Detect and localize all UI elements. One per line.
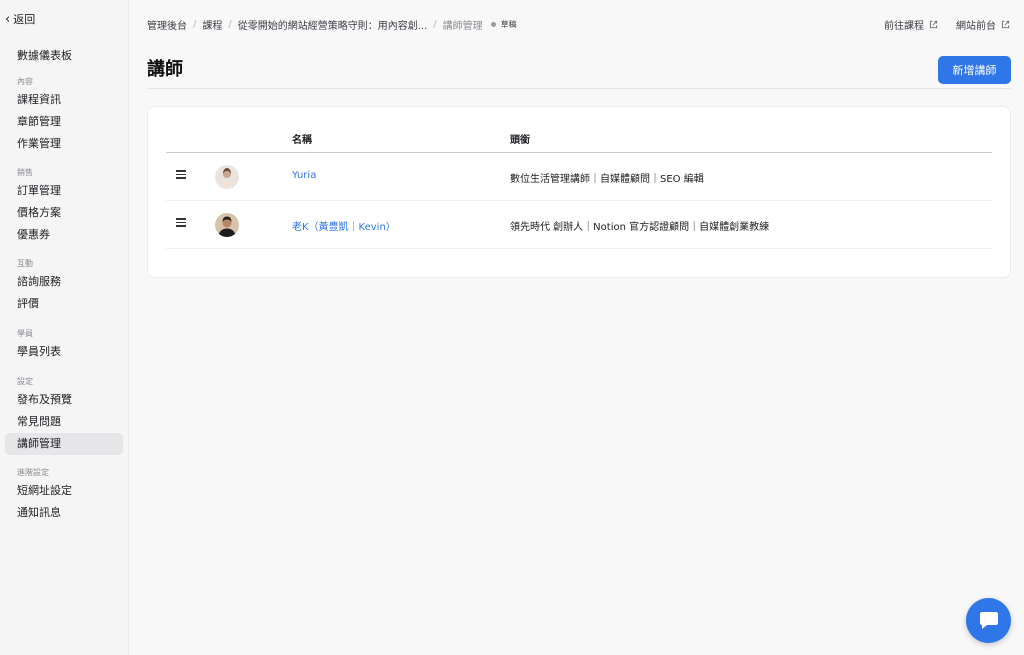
breadcrumb-courses[interactable]: 課程 <box>202 17 222 32</box>
back-button[interactable]: ‹ 返回 <box>5 11 35 27</box>
nav-group-advanced: 進階設定 短網址設定 通知訊息 <box>0 466 129 524</box>
chat-bubble-icon <box>979 611 998 629</box>
instructor-name-link[interactable]: Yuria <box>292 170 316 181</box>
sidebar-item-short-url[interactable]: 短網址設定 <box>5 480 123 502</box>
nav-group-title: 設定 <box>17 377 33 386</box>
divider <box>147 88 1011 89</box>
page-title: 講師 <box>147 59 183 80</box>
instructor-title: 數位生活管理講師｜自媒體顧問｜SEO 編輯 <box>510 174 704 185</box>
sidebar-item-pricing[interactable]: 價格方案 <box>5 202 123 224</box>
add-instructor-button[interactable]: 新增講師 <box>938 56 1011 84</box>
chevron-left-icon: ‹ <box>5 11 11 27</box>
breadcrumb-admin[interactable]: 管理後台 <box>147 17 187 32</box>
table-header: 名稱 頭銜 <box>166 127 992 153</box>
sidebar-item-course-info[interactable]: 課程資訊 <box>5 89 123 111</box>
breadcrumb-separator: / <box>228 19 232 30</box>
sidebar-item-notifications[interactable]: 通知訊息 <box>5 502 123 524</box>
table-row: Yuria 數位生活管理講師｜自媒體顧問｜SEO 編輯 <box>166 153 992 201</box>
sidebar: ‹ 返回 數據儀表板 內容 課程資訊 章節管理 作業管理 銷售 訂單管理 價格方… <box>0 0 129 655</box>
nav-group-title: 互動 <box>17 259 33 268</box>
sidebar-item-orders[interactable]: 訂單管理 <box>5 180 123 202</box>
breadcrumb-separator: / <box>193 19 197 30</box>
nav-group-interaction: 互動 諮詢服務 評價 <box>0 257 129 315</box>
drag-handle-icon[interactable] <box>176 218 186 228</box>
avatar <box>215 165 239 189</box>
table-row: 老K（黃豊凱｜Kevin） 領先時代 創辦人｜Notion 官方認證顧問｜自媒體… <box>166 201 992 249</box>
breadcrumb: 管理後台 / 課程 / 從零開始的網站經營策略守則：用內容創... / 講師管理… <box>147 17 517 32</box>
status-dot-icon <box>490 22 496 27</box>
site-frontend-label: 網站前台 <box>956 21 996 32</box>
sidebar-item-chapters[interactable]: 章節管理 <box>5 111 123 133</box>
site-frontend-link[interactable]: 網站前台 <box>956 17 1010 32</box>
instructor-title: 領先時代 創辦人｜Notion 官方認證顧問｜自媒體創業教練 <box>510 222 770 233</box>
breadcrumb-separator: / <box>433 19 437 30</box>
nav-group-title: 學員 <box>17 329 33 338</box>
nav-group-sales: 銷售 訂單管理 價格方案 優惠券 <box>0 166 129 246</box>
nav-group-settings: 設定 發布及預覽 常見問題 講師管理 <box>0 375 129 455</box>
nav-group-students: 學員 學員列表 <box>0 327 129 363</box>
sidebar-item-consulting[interactable]: 諮詢服務 <box>5 271 123 293</box>
go-to-course-link[interactable]: 前往課程 <box>884 17 938 32</box>
back-label: 返回 <box>13 13 36 26</box>
chat-support-button[interactable] <box>966 598 1011 643</box>
sidebar-item-instructors[interactable]: 講師管理 <box>5 433 123 455</box>
breadcrumb-current: 講師管理 <box>442 21 483 32</box>
sidebar-item-reviews[interactable]: 評價 <box>5 293 123 315</box>
sidebar-item-coupons[interactable]: 優惠券 <box>5 224 123 246</box>
avatar <box>215 213 239 237</box>
go-to-course-label: 前往課程 <box>884 21 924 32</box>
drag-handle-icon[interactable] <box>176 170 186 180</box>
nav-group-title: 進階設定 <box>17 468 49 477</box>
external-link-icon <box>1001 20 1010 29</box>
column-header-title: 頭銜 <box>510 135 530 146</box>
nav-group-content: 內容 課程資訊 章節管理 作業管理 <box>0 75 129 155</box>
sidebar-item-assignments[interactable]: 作業管理 <box>5 133 123 155</box>
nav-group-title: 內容 <box>17 77 33 86</box>
sidebar-item-publish[interactable]: 發布及預覽 <box>5 389 123 411</box>
instructor-name-link[interactable]: 老K（黃豊凱｜Kevin） <box>292 218 396 233</box>
top-links: 前往課程 網站前台 <box>866 17 1010 32</box>
column-header-name: 名稱 <box>292 135 312 146</box>
external-link-icon <box>929 20 938 29</box>
sidebar-item-faq[interactable]: 常見問題 <box>5 411 123 433</box>
main-content: 管理後台 / 課程 / 從零開始的網站經營策略守則：用內容創... / 講師管理… <box>129 0 1024 655</box>
breadcrumb-course-name[interactable]: 從零開始的網站經營策略守則：用內容創... <box>238 17 428 32</box>
sidebar-item-dashboard[interactable]: 數據儀表板 <box>17 47 72 63</box>
nav-group-title: 銷售 <box>17 168 33 177</box>
status-badge: 草稿 <box>500 20 517 29</box>
sidebar-item-student-list[interactable]: 學員列表 <box>5 341 123 363</box>
instructor-table-card: 名稱 頭銜 Yuria 數位生活管理講師｜自媒體顧問｜SEO 編輯 老K（黃豊凱… <box>147 106 1011 278</box>
